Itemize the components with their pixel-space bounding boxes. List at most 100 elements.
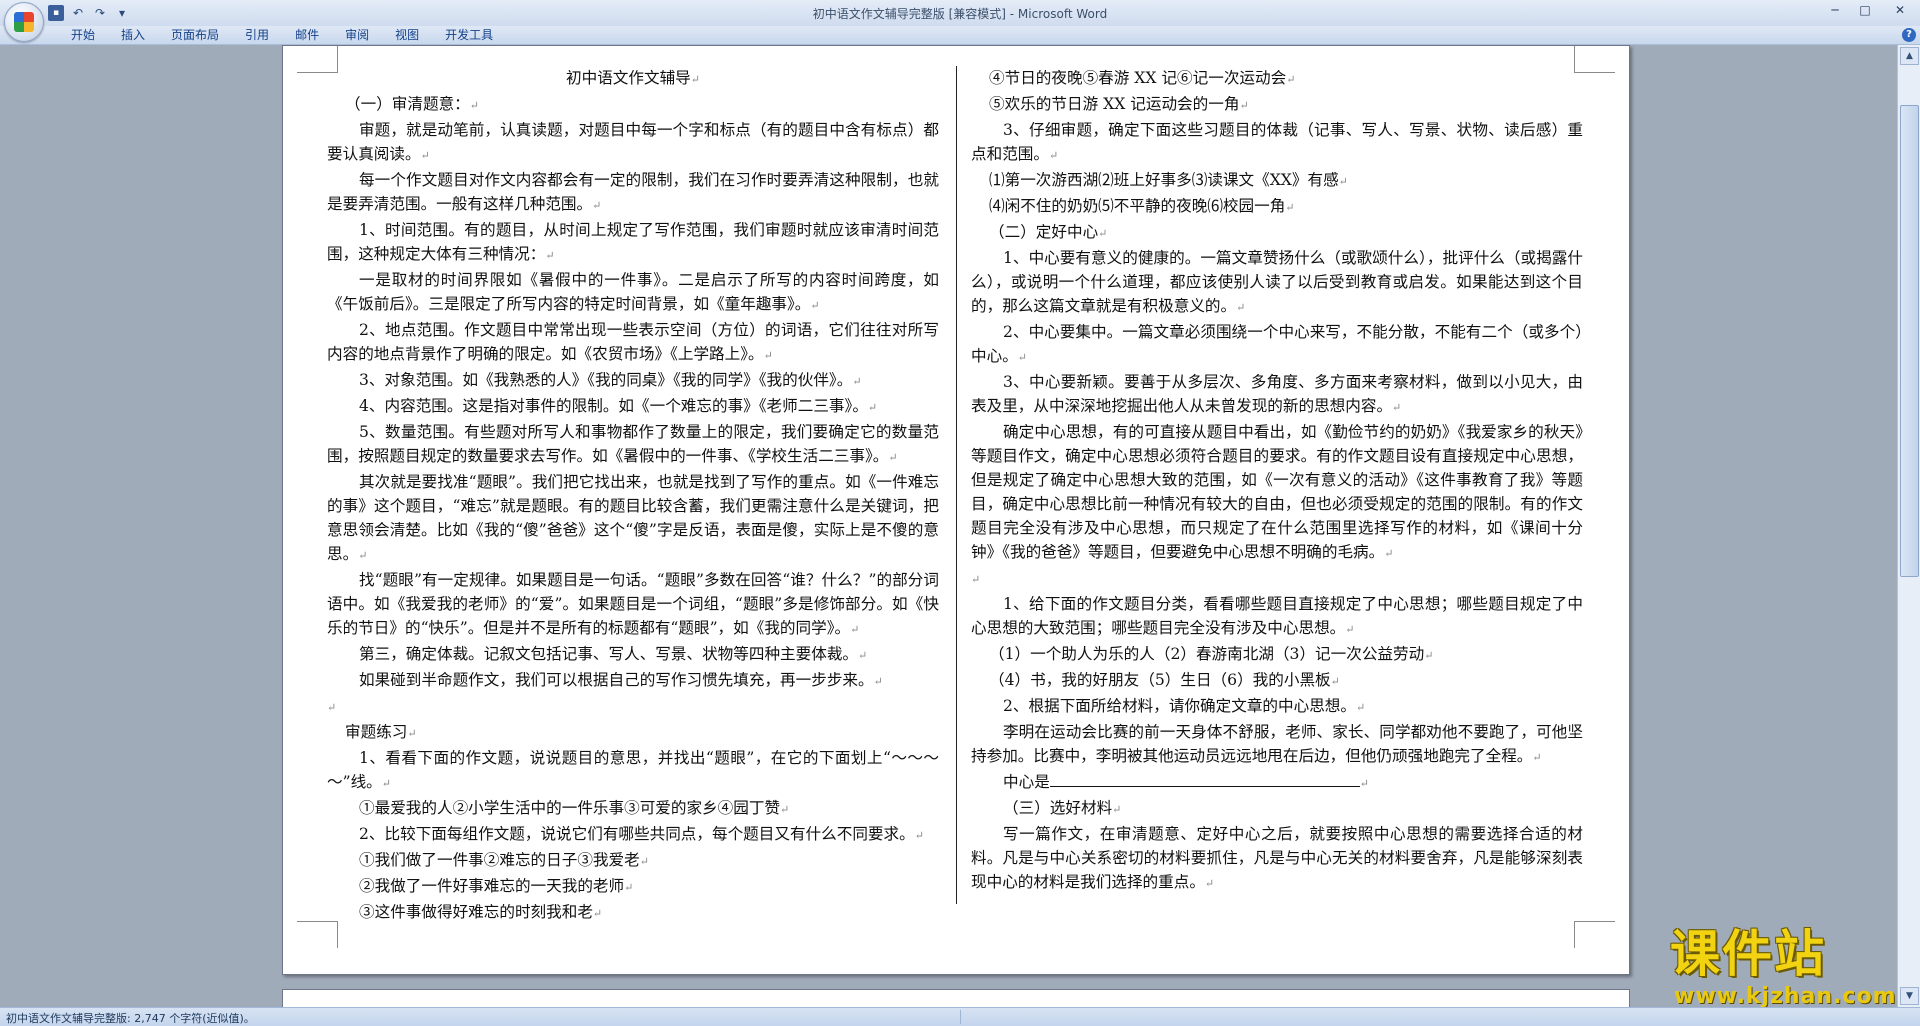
paragraph[interactable]: ↵ — [327, 694, 939, 720]
right-column[interactable]: ④节日的夜晚⑤春游 XX 记⑥记一次运动会↵ ⑤欢乐的节日游 XX 记运动会的一角… — [971, 66, 1583, 896]
paragraph[interactable]: 1、看看下面的作文题，说说题目的意思，并找出“题眼”，在它的下面划上“～～～～”… — [327, 746, 939, 796]
paragraph-mark-icon: ↵ — [381, 777, 391, 790]
paragraph-mark-icon: ↵ — [545, 249, 555, 262]
paragraph-mark-icon: ↵ — [1048, 149, 1059, 162]
word-count-status[interactable]: 初中语文作文辅导完整版: 2,747 个字符(近似值)。 — [6, 1010, 255, 1026]
paragraph[interactable]: 2、比较下面每组作文题，说说它们有哪些共同点，每个题目又有什么不同要求。↵ — [327, 822, 939, 848]
paragraph[interactable]: 审题练习↵ — [327, 720, 939, 746]
paragraph[interactable]: 1、给下面的作文题目分类，看看哪些题目直接规定了中心思想；哪些题目规定了中心思想… — [971, 592, 1583, 642]
paragraph-mark-icon: ↵ — [624, 881, 634, 894]
paragraph[interactable]: 2、中心要集中。一篇文章必须围绕一个中心来写，不能分散，不能有二个（或多个）中心… — [971, 320, 1583, 370]
paragraph-mark-icon: ↵ — [1392, 401, 1402, 414]
paragraph[interactable]: 2、地点范围。作文题目中常常出现一些表示空间（方位）的词语，它们往往对所写内容的… — [327, 318, 939, 368]
watermark-url: www.kjzhan.com — [1674, 984, 1897, 1009]
paragraph[interactable]: 1、时间范围。有的题目，从时间上规定了写作范围，我们审题时就应该审清时间范围，这… — [327, 218, 939, 268]
paragraph[interactable]: ②我做了一件好事难忘的一天我的老师↵ — [327, 874, 939, 900]
paragraph[interactable]: 4、内容范围。这是指对事件的限制。如《一个难忘的事》《老师二三事》。↵ — [327, 394, 939, 420]
paragraph[interactable]: 3、仔细审题，确定下面这些习题目的体裁（记事、写人、写景、状物、读后感）重点和范… — [971, 118, 1583, 168]
paragraph-mark-icon: ↵ — [1017, 351, 1028, 364]
paragraph-mark-icon: ↵ — [690, 73, 700, 86]
paragraph-mark-icon: ↵ — [810, 299, 820, 312]
paragraph[interactable]: 李明在运动会比赛的前一天身体不舒服，老师、家长、同学都劝他不要跑了，可他坚持参加… — [971, 720, 1583, 770]
column-divider — [956, 66, 957, 904]
next-page[interactable] — [282, 989, 1630, 1007]
close-button[interactable]: ✕ — [1880, 0, 1920, 20]
scroll-up-button[interactable]: ▲ — [1900, 47, 1919, 65]
maximize-button[interactable]: □ — [1850, 0, 1880, 20]
paragraph-mark-icon: ↵ — [592, 907, 603, 920]
paragraph[interactable]: ⑷闲不住的奶奶⑸不平静的夜晚⑹校园一角↵ — [971, 194, 1583, 220]
paragraph[interactable]: （一）审清题意：↵ — [327, 92, 939, 118]
paragraph[interactable]: 3、对象范围。如《我熟悉的人》《我的同桌》《我的同学》《我的伙伴》。↵ — [327, 368, 939, 394]
paragraph-mark-icon: ↵ — [592, 199, 602, 212]
paragraph-mark-icon: ↵ — [1285, 201, 1295, 214]
paragraph-mark-icon: ↵ — [1204, 877, 1215, 890]
paragraph[interactable]: 2、根据下面所给材料，请你确定文章的中心思想。↵ — [971, 694, 1583, 720]
paragraph[interactable]: ↵ — [971, 566, 1583, 592]
tab-references[interactable]: 引用 — [232, 26, 282, 44]
paragraph[interactable]: 3、中心要新颖。要善于从多层次、多角度、多方面来考察材料，做到以小见大，由表及里… — [971, 370, 1583, 420]
watermark-title: 课件站 — [1670, 925, 1826, 983]
paragraph[interactable]: ③这件事做得好难忘的时刻我和老↵ — [327, 900, 939, 926]
paragraph-mark-icon: ↵ — [914, 829, 924, 842]
paragraph[interactable]: ①最爱我的人②小学生活中的一件乐事③可爱的家乡④园丁赞↵ — [327, 796, 939, 822]
office-button[interactable] — [4, 2, 44, 42]
status-bar: 初中语文作文辅导完整版: 2,747 个字符(近似值)。 — [0, 1007, 1920, 1026]
paragraph-mark-icon: ↵ — [1359, 777, 1370, 790]
paragraph[interactable]: ④节日的夜晚⑤春游 XX 记⑥记一次运动会↵ — [971, 66, 1583, 92]
paragraph[interactable]: ⑤欢乐的节日游 XX 记运动会的一角↵ — [971, 92, 1583, 118]
paragraph-mark-icon: ↵ — [852, 375, 862, 388]
paragraph-mark-icon: ↵ — [873, 675, 883, 688]
paragraph-mark-icon: ↵ — [1338, 175, 1348, 188]
paragraph[interactable]: 初中语文作文辅导↵ — [327, 66, 939, 92]
window-title: 初中语文作文辅导完整版 [兼容模式] - Microsoft Word — [812, 7, 1108, 21]
paragraph[interactable]: 审题，就是动笔前，认真读题，对题目中每一个字和标点（有的题目中含有标点）都要认真… — [327, 118, 939, 168]
paragraph-mark-icon: ↵ — [407, 727, 417, 740]
tab-view[interactable]: 视图 — [382, 26, 432, 44]
paragraph-mark-icon: ↵ — [1236, 301, 1246, 314]
paragraph-mark-icon: ↵ — [763, 349, 773, 362]
paragraph[interactable]: 如果碰到半命题作文，我们可以根据自己的写作习惯先填充，再一步步来。↵ — [327, 668, 939, 694]
tab-mailings[interactable]: 邮件 — [282, 26, 332, 44]
tab-developer[interactable]: 开发工具 — [432, 26, 506, 44]
scroll-thumb[interactable] — [1900, 105, 1919, 577]
paragraph[interactable]: 确定中心思想，有的可直接从题目中看出，如《勤俭节约的奶奶》《我爱家乡的秋天》等题… — [971, 420, 1583, 566]
paragraph-mark-icon: ↵ — [639, 855, 649, 868]
tab-review[interactable]: 审阅 — [332, 26, 382, 44]
paragraph[interactable]: （1）一个助人为乐的人（2）春游南北湖（3）记一次公益劳动↵ — [971, 642, 1583, 668]
paragraph[interactable]: 中心是 ↵ — [971, 770, 1583, 796]
help-icon[interactable]: ? — [1902, 28, 1916, 42]
paragraph[interactable]: 第三，确定体裁。记叙文包括记事、写人、写景、状物等四种主要体裁。↵ — [327, 642, 939, 668]
paragraph[interactable]: （二）定好中心↵ — [971, 220, 1583, 246]
minimize-button[interactable]: ─ — [1820, 0, 1850, 20]
office-logo-icon — [14, 12, 34, 32]
tab-home[interactable]: 开始 — [58, 26, 108, 44]
margin-corner-bottom-right — [1574, 921, 1615, 948]
paragraph-mark-icon: ↵ — [1286, 73, 1296, 86]
paragraph-mark-icon: ↵ — [1098, 227, 1108, 240]
paragraph-mark-icon: ↵ — [358, 549, 368, 562]
paragraph[interactable]: ①我们做了一件事②难忘的日子③我爱老↵ — [327, 848, 939, 874]
paragraph[interactable]: 其次就是要找准“题眼”。我们把它找出来，也就是找到了写作的重点。如《一件难忘的事… — [327, 470, 939, 568]
paragraph[interactable]: ⑴第一次游西湖⑵班上好事多⑶读课文《XX》有感↵ — [971, 168, 1583, 194]
paragraph-mark-icon: ↵ — [858, 649, 868, 662]
vertical-scrollbar[interactable]: ▲ ▼ — [1897, 45, 1920, 1007]
paragraph[interactable]: 5、数量范围。有些题对所写人和事物都作了数量上的限定，我们要确定它的数量范围，按… — [327, 420, 939, 470]
paragraph[interactable]: 找“题眼”有一定规律。如果题目是一句话。“题眼”多数在回答“谁？什么？”的部分词… — [327, 568, 939, 642]
fill-in-blank-line[interactable] — [1049, 772, 1360, 787]
paragraph[interactable]: （三）选好材料↵ — [971, 796, 1583, 822]
paragraph[interactable]: 1、中心要有意义的健康的。一篇文章赞扬什么（或歌颂什么），批评什么（或揭露什么）… — [971, 246, 1583, 320]
tab-insert[interactable]: 插入 — [108, 26, 158, 44]
window-controls: ─ □ ✕ — [1820, 0, 1920, 20]
paragraph-mark-icon: ↵ — [1532, 751, 1542, 764]
document-page[interactable]: 初中语文作文辅导↵ （一）审清题意：↵ 审题，就是动笔前，认真读题，对题目中每一个字… — [282, 45, 1630, 975]
paragraph-mark-icon: ↵ — [1330, 675, 1340, 688]
paragraph-mark-icon: ↵ — [867, 401, 878, 414]
paragraph-mark-icon: ↵ — [327, 701, 337, 714]
paragraph[interactable]: 写一篇作文，在审清题意、定好中心之后，就要按照中心思想的需要选择合适的材料。凡是… — [971, 822, 1583, 896]
paragraph[interactable]: 一是取材的时间界限如《暑假中的一件事》。二是启示了所写的内容时间跨度，如《午饭前… — [327, 268, 939, 318]
paragraph[interactable]: （4）书，我的好朋友（5）生日（6）我的小黑板↵ — [971, 668, 1583, 694]
left-column[interactable]: 初中语文作文辅导↵ （一）审清题意：↵ 审题，就是动笔前，认真读题，对题目中每一个字… — [327, 66, 939, 926]
paragraph[interactable]: 每一个作文题目对作文内容都会有一定的限制，我们在习作时要弄清这种限制，也就是要弄… — [327, 168, 939, 218]
tab-page-layout[interactable]: 页面布局 — [158, 26, 232, 44]
